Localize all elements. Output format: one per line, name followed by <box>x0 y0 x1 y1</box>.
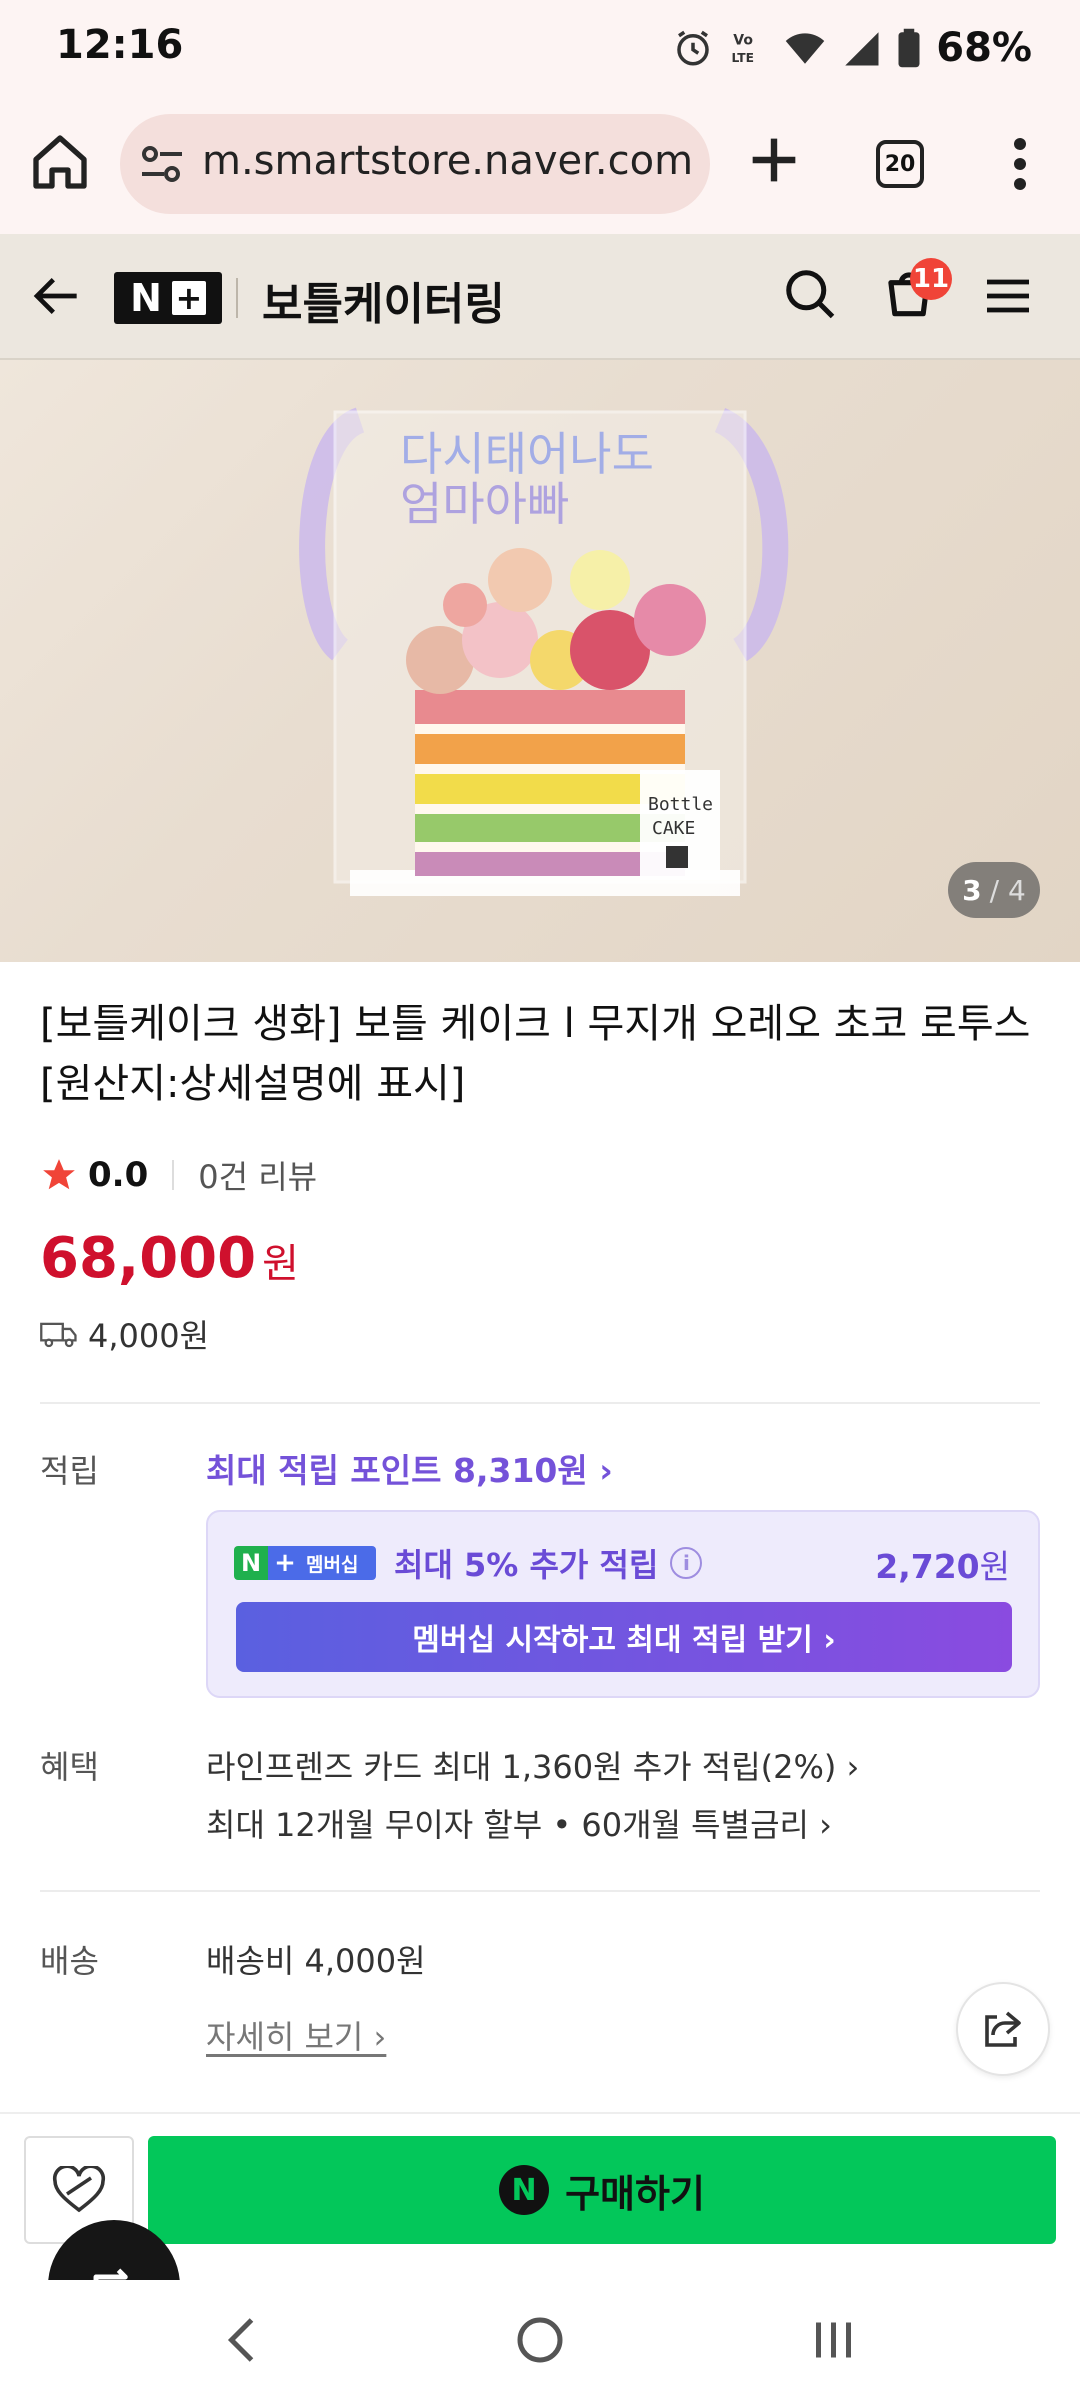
delivery-label: 배송 <box>40 1942 99 1980</box>
rating-row[interactable]: 0.0 0건 리뷰 <box>40 1150 317 1200</box>
info-icon[interactable]: i <box>670 1547 703 1579</box>
rating-score: 0.0 <box>88 1155 149 1195</box>
membership-description: 최대 5% 추가 적립 i <box>394 1540 703 1586</box>
image-index: 3 <box>962 873 982 907</box>
product-photo: 다시태어나도 엄마아빠 Bottle CAKE <box>299 407 789 896</box>
max-points-link[interactable]: 최대 적립 포인트 8,310원 › <box>206 1444 613 1492</box>
wifi-icon <box>786 33 825 64</box>
svg-text:CAKE: CAKE <box>652 818 695 839</box>
svg-text:Vo: Vo <box>734 33 754 49</box>
svg-text:LTE: LTE <box>732 51 755 65</box>
volte-icon: Vo LTE <box>732 33 755 66</box>
product-image-carousel[interactable]: 다시태어나도 엄마아빠 Bottle CAKE 3/ 4 <box>0 360 1080 962</box>
nav-back-icon[interactable] <box>214 2310 274 2370</box>
status-time: 12:16 <box>56 22 184 68</box>
home-icon[interactable] <box>28 130 92 194</box>
share-icon <box>985 2011 1021 2047</box>
signal-icon <box>845 32 879 66</box>
share-button[interactable] <box>956 1982 1050 2076</box>
membership-amount-value: 2,720 <box>875 1547 980 1586</box>
store-header: N + 보틀케이터링 11 <box>0 234 1080 360</box>
battery-icon <box>898 28 920 68</box>
membership-start-button[interactable]: 멤버십 시작하고 최대 적립 받기 › <box>236 1602 1012 1672</box>
shipping-fee: 4,000원 <box>88 1317 210 1355</box>
rating-separator <box>172 1160 175 1190</box>
heart-icon <box>52 2166 106 2213</box>
installment-benefit-link[interactable]: 최대 12개월 무이자 할부 • 60개월 특별금리 › <box>206 1800 832 1846</box>
svg-text:엄마아빠: 엄마아빠 <box>400 477 569 531</box>
tab-switcher-button[interactable]: 20 <box>876 140 924 188</box>
card-benefit-link[interactable]: 라인프렌즈 카드 최대 1,360원 추가 적립(2%) › <box>206 1742 859 1788</box>
svg-text:다시태어나도: 다시태어나도 <box>400 427 654 481</box>
shipping-fee-row: 4,000원 <box>40 1312 209 1356</box>
naver-pay-icon: N <box>499 2165 550 2215</box>
search-icon[interactable] <box>780 264 840 324</box>
status-icons: Vo LTE 68% <box>672 20 1032 76</box>
product-title: [보틀케이크 생화] 보틀 케이크 l 무지개 오레오 초코 로투스 [원산지:… <box>40 1001 1031 1107</box>
naver-plus-logo[interactable]: N + <box>114 272 222 324</box>
address-bar[interactable]: m.smartstore.naver.com <box>120 114 710 214</box>
nav-recents-icon[interactable] <box>806 2310 866 2370</box>
battery-level: 68% <box>936 25 1032 71</box>
delivery-detail-link[interactable]: 자세히 보기 › <box>206 2012 386 2058</box>
points-label: 적립 <box>40 1452 99 1490</box>
status-bar: 12:16 Vo LTE 68% <box>0 0 1080 100</box>
naver-plus-membership-badge: N + 멤버십 <box>234 1546 376 1580</box>
purchase-bar: N 구매하기 <box>0 2112 1080 2262</box>
benefits-label: 혜택 <box>40 1748 99 1786</box>
nav-home-icon[interactable] <box>510 2310 570 2370</box>
cart-count-badge: 11 <box>910 258 952 300</box>
browser-toolbar: m.smartstore.naver.com 20 <box>0 100 1080 234</box>
store-name[interactable]: 보틀케이터링 <box>262 268 505 332</box>
divider <box>40 1402 1040 1404</box>
membership-box: N + 멤버십 최대 5% 추가 적립 i 2,720원 멤버십 시작하고 최대 적… <box>206 1510 1040 1698</box>
url-text[interactable]: m.smartstore.naver.com <box>202 138 702 184</box>
membership-points-amount: 2,720원 <box>875 1540 1010 1588</box>
alarm-icon <box>677 30 709 66</box>
image-total: / 4 <box>989 873 1026 907</box>
hamburger-menu-icon[interactable] <box>980 268 1036 324</box>
truck-icon <box>40 1322 77 1348</box>
more-menu-icon[interactable] <box>1000 134 1040 194</box>
divider <box>40 1890 1040 1892</box>
price-amount: 68,000 <box>40 1226 257 1291</box>
review-count[interactable]: 0건 리뷰 <box>198 1152 317 1198</box>
price: 68,000 원 <box>40 1226 299 1291</box>
image-counter: 3/ 4 <box>948 862 1040 918</box>
price-unit: 원 <box>262 1241 299 1287</box>
svg-text:Bottle: Bottle <box>648 794 713 815</box>
header-divider <box>236 278 238 318</box>
new-tab-icon[interactable] <box>742 128 806 192</box>
buy-now-label: 구매하기 <box>565 2171 705 2216</box>
back-arrow-icon[interactable] <box>30 268 86 324</box>
buy-now-button[interactable]: N 구매하기 <box>148 2136 1056 2244</box>
site-settings-icon[interactable] <box>138 142 186 186</box>
delivery-fee-text: 배송비 4,000원 <box>206 1942 426 1980</box>
system-nav-bar <box>0 2280 1080 2400</box>
membership-amount-unit: 원 <box>979 1547 1010 1586</box>
membership-description-text: 최대 5% 추가 적립 <box>394 1546 659 1584</box>
star-icon <box>43 1159 75 1190</box>
